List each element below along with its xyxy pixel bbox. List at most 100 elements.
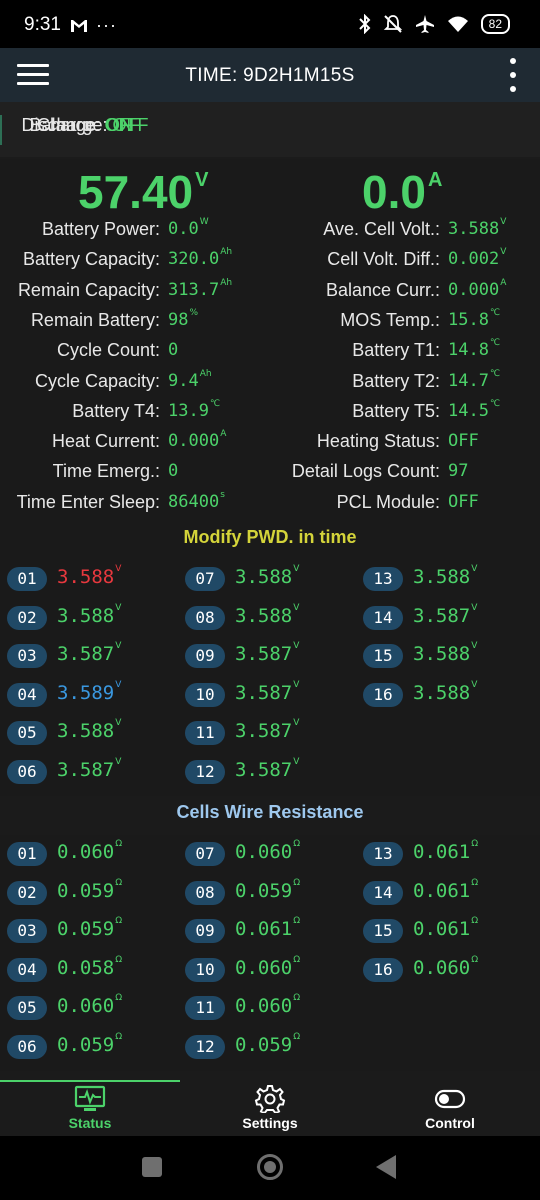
- info-row: Time Emerg.: 0: [0, 461, 270, 489]
- page-title: TIME: 9D2H1M15S: [185, 65, 355, 86]
- info-value: 86400s: [168, 490, 225, 512]
- cell-value-text: 3.588: [57, 566, 115, 588]
- cell-number-badge: 11: [185, 721, 225, 746]
- info-row: Battery T2: 14.7℃: [270, 369, 540, 399]
- cell-value: 0.060Ω: [57, 839, 122, 863]
- notification-icons: ···: [70, 15, 117, 36]
- cell-number-badge: 12: [185, 760, 225, 784]
- tab-settings[interactable]: Settings: [180, 1080, 360, 1136]
- back-button[interactable]: [376, 1155, 396, 1179]
- info-label: Battery T2:: [352, 370, 440, 391]
- info-label: Balance Curr.:: [325, 279, 440, 300]
- info-row: Cycle Count: 0: [0, 340, 270, 368]
- cell-voltage-14: 14 3.587V: [363, 603, 533, 633]
- cell-resistance-16: 16 0.060Ω: [363, 955, 533, 985]
- info-value-text: 3.588: [448, 219, 500, 239]
- info-value-text: 0: [168, 340, 179, 361]
- info-value-text: OFF: [448, 491, 479, 512]
- cell-number-badge: 15: [363, 644, 403, 669]
- cell-resistance-15: 15 0.061Ω: [363, 916, 533, 946]
- wifi-icon: [447, 16, 468, 32]
- cell-number-badge: 05: [7, 721, 47, 746]
- cell-voltage-03: 03 3.587V: [7, 641, 177, 671]
- cell-voltage-13: 13 3.588V: [363, 564, 533, 594]
- more-notifications-icon: ···: [96, 15, 117, 35]
- cell-number-badge: 10: [185, 957, 225, 982]
- cell-number-badge: 13: [363, 842, 403, 866]
- info-row: Battery Capacity: 320.0Ah: [0, 247, 270, 277]
- info-label: PCL Module:: [336, 491, 440, 512]
- info-value: 0: [168, 461, 178, 481]
- cell-unit: Ω: [115, 993, 123, 1004]
- info-label: Heat Current:: [51, 431, 160, 452]
- cell-resistance-07: 07 0.060Ω: [185, 839, 355, 869]
- cell-voltage-16: 16 3.588V: [363, 680, 533, 710]
- info-value: 313.7Ah: [168, 277, 233, 300]
- mute-icon: [383, 15, 402, 33]
- cell-unit: V: [471, 679, 478, 690]
- cell-number-badge: 16: [363, 957, 403, 982]
- cell-value-text: 3.588: [413, 643, 471, 666]
- cell-unit: V: [115, 757, 122, 767]
- info-unit: V: [500, 217, 507, 227]
- status-icons: 82: [358, 14, 510, 34]
- info-label: Remain Battery:: [30, 309, 160, 330]
- recent-apps-button[interactable]: [142, 1157, 162, 1177]
- cell-unit: V: [115, 564, 122, 574]
- tab-settings-label: Settings: [242, 1115, 298, 1131]
- cell-value: 0.060Ω: [413, 955, 478, 979]
- status-content: Charge: ON Discharge: OFF Balance: OFF 5…: [0, 102, 540, 1080]
- cell-voltage-08: 08 3.588V: [185, 603, 355, 633]
- cell-number-badge: 09: [185, 644, 225, 669]
- cell-value-text: 0.061: [235, 918, 293, 941]
- tab-control[interactable]: Control: [360, 1080, 540, 1136]
- cell-resistance-03: 03 0.059Ω: [7, 916, 177, 946]
- info-value: 320.0Ah: [168, 247, 233, 269]
- balance-state: Balance: OFF: [0, 115, 170, 145]
- cell-value-text: 3.589: [57, 681, 115, 704]
- info-value: 0.0W: [168, 217, 209, 239]
- info-row: Balance Curr.: 0.000A: [270, 278, 540, 308]
- cell-voltage-07: 07 3.588V: [185, 564, 355, 594]
- cell-number-badge: 01: [7, 842, 47, 866]
- cell-value-text: 3.587: [235, 681, 293, 704]
- cell-value: 3.588V: [413, 679, 478, 704]
- info-value: 3.588V: [448, 217, 507, 239]
- tab-status[interactable]: Status: [0, 1080, 180, 1136]
- info-row: Cell Volt. Diff.: 0.002V: [270, 247, 540, 277]
- cell-unit: Ω: [293, 839, 301, 849]
- home-button[interactable]: [257, 1154, 283, 1180]
- info-label: Battery T1:: [352, 340, 440, 361]
- cell-unit: Ω: [293, 916, 301, 927]
- info-row: PCL Module: OFF: [270, 492, 540, 520]
- app-bar: TIME: 9D2H1M15S: [0, 48, 540, 102]
- info-value-text: 0.002: [448, 249, 500, 270]
- info-value: 14.8℃: [448, 338, 500, 360]
- info-label: Battery T4:: [72, 400, 160, 421]
- info-value: 14.5℃: [448, 399, 500, 421]
- total-voltage: 57.40 V: [78, 165, 208, 219]
- info-label: Remain Capacity:: [17, 279, 160, 300]
- cell-value: 0.061Ω: [235, 916, 301, 941]
- cell-unit: V: [115, 718, 122, 729]
- more-options-icon[interactable]: [506, 58, 520, 92]
- cell-value: 3.587V: [413, 603, 477, 627]
- cell-value-text: 3.587: [413, 604, 471, 627]
- wire-resistance-grid: 01 0.060Ω 02 0.059Ω 03 0.059Ω 04 0.058Ω 05 0.060Ω…: [0, 835, 540, 1071]
- info-label: Heating Status:: [316, 431, 440, 452]
- info-value: OFF: [448, 492, 479, 512]
- cell-value: 3.589V: [57, 680, 121, 704]
- battery-level: 82: [488, 17, 502, 31]
- cell-value: 0.060Ω: [57, 993, 123, 1017]
- cell-value: 0.060Ω: [235, 839, 301, 863]
- info-value-text: 98: [168, 309, 189, 330]
- battery-info-panel: 57.40 V 0.0 A Battery Power: 0.0W Battery Ca…: [0, 159, 540, 621]
- cell-number-badge: 10: [185, 682, 225, 707]
- info-unit: Ah: [220, 277, 233, 288]
- cell-voltage-04: 04 3.589V: [7, 680, 177, 710]
- cell-value: 3.587V: [57, 641, 121, 665]
- info-value-text: 97: [448, 461, 469, 482]
- info-unit: Ah: [220, 247, 233, 258]
- cell-number-badge: 12: [185, 1035, 225, 1059]
- cell-value-text: 0.058: [57, 956, 115, 979]
